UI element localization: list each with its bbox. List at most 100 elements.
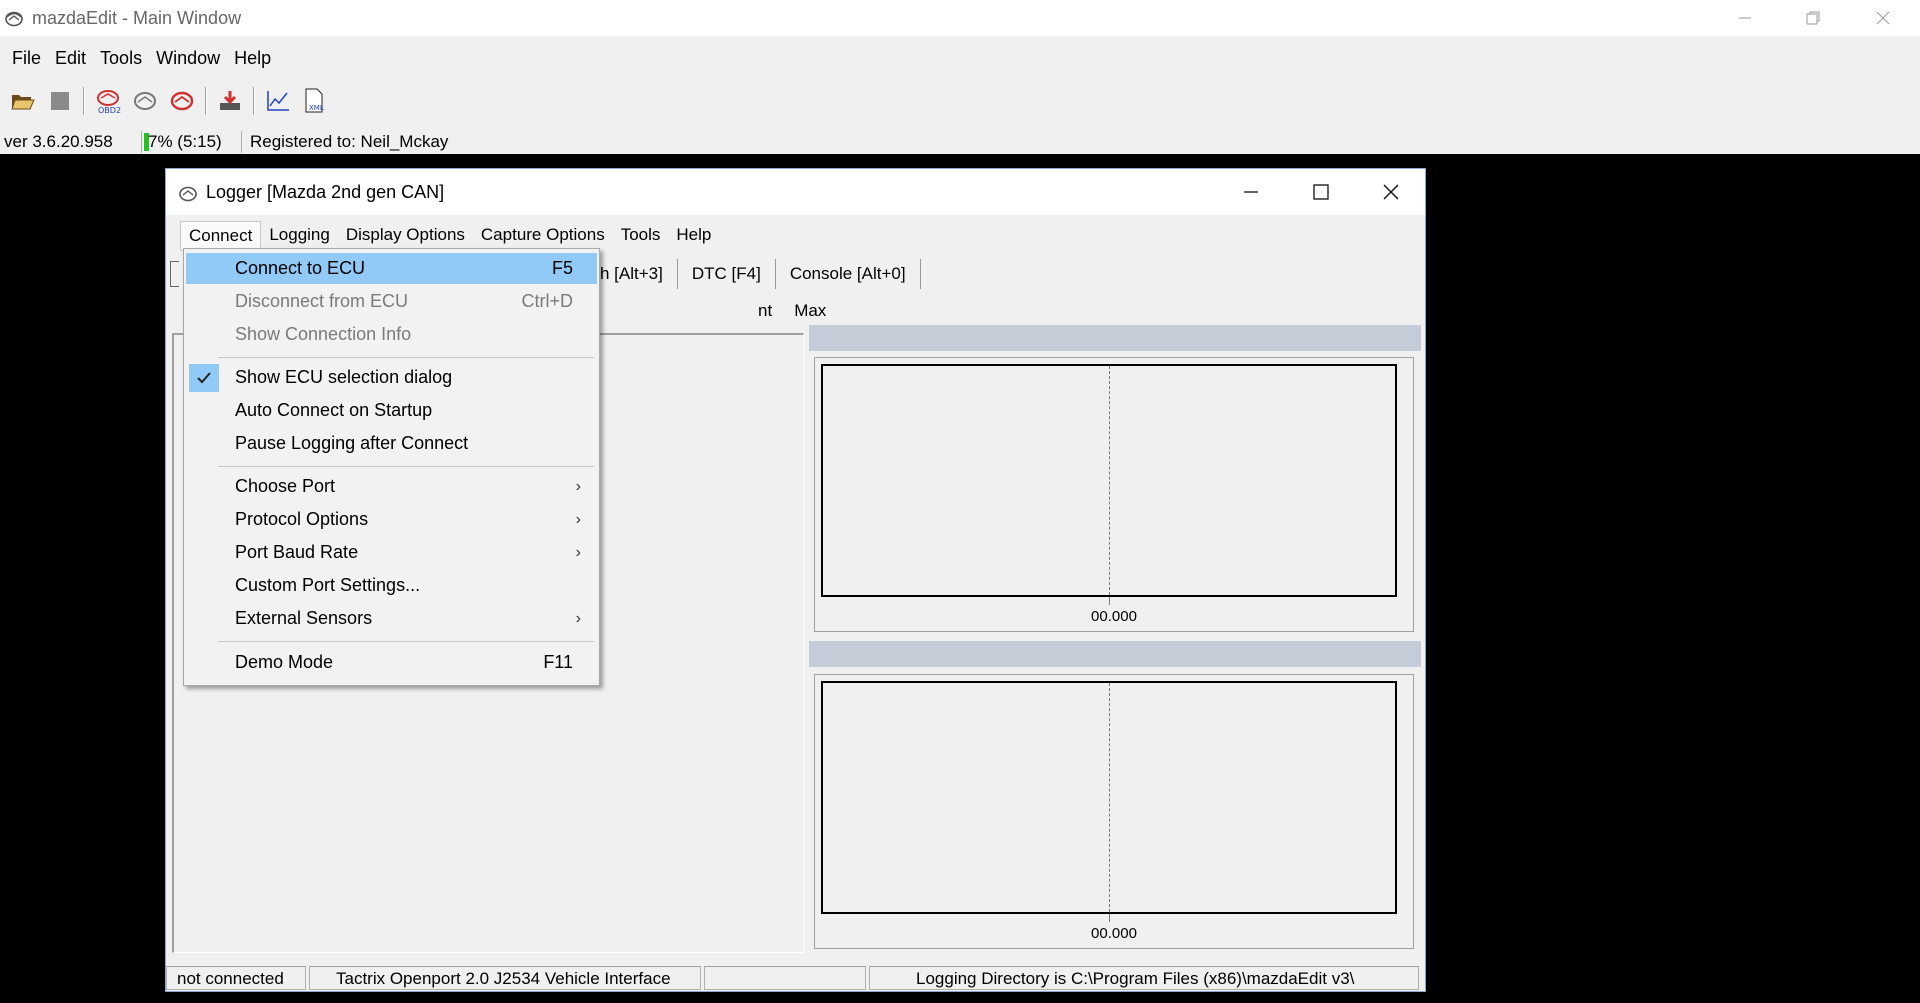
menu-separator bbox=[218, 466, 594, 467]
gauge-plot bbox=[821, 364, 1397, 597]
restore-button[interactable] bbox=[1778, 0, 1848, 36]
menu-item-auto-connect-on-startup[interactable]: Auto Connect on Startup bbox=[186, 395, 597, 426]
menu-item-shortcut: Ctrl+D bbox=[521, 291, 573, 311]
chart-button[interactable] bbox=[261, 85, 295, 117]
logger-menu-tools[interactable]: Tools bbox=[613, 221, 669, 251]
logger-tabs: h [Alt+3] DTC [F4] Console [Alt+0] bbox=[586, 257, 921, 291]
menu-tools[interactable]: Tools bbox=[93, 44, 149, 74]
tab-console[interactable]: Console [Alt+0] bbox=[776, 259, 921, 289]
gauge-value: 00.000 bbox=[1091, 608, 1137, 625]
column-headers: nt Max bbox=[586, 301, 848, 321]
ecu-button[interactable] bbox=[128, 85, 162, 117]
chevron-right-icon: › bbox=[575, 544, 581, 561]
xml-button[interactable]: XML bbox=[298, 85, 332, 117]
main-title-bar: mazdaEdit - Main Window bbox=[0, 0, 1920, 36]
mazda-logo-icon bbox=[179, 186, 197, 202]
menu-item-label: External Sensors bbox=[235, 608, 373, 628]
gauge-tick bbox=[1109, 597, 1110, 605]
main-status-bar: ver 3.6.20.958 7% (5:15) Registered to: … bbox=[0, 130, 1920, 154]
menu-item-demo-mode[interactable]: Demo Mode F11 bbox=[186, 647, 597, 678]
menu-item-protocol-options[interactable]: Protocol Options › bbox=[186, 504, 597, 535]
gauge-header bbox=[809, 641, 1421, 667]
menu-item-show-ecu-selection-dialog[interactable]: Show ECU selection dialog bbox=[186, 362, 597, 393]
ecu-red-icon bbox=[170, 91, 194, 111]
logger-menu-bar: Connect Logging Display Options Capture … bbox=[180, 221, 719, 251]
logger-menu-connect[interactable]: Connect bbox=[180, 221, 262, 251]
logger-close-button[interactable] bbox=[1356, 169, 1426, 215]
menu-window[interactable]: Window bbox=[149, 44, 227, 74]
tab-dtc[interactable]: DTC [F4] bbox=[678, 259, 776, 289]
menu-item-label: Protocol Options bbox=[235, 509, 369, 529]
obd2-icon: OBD2 bbox=[97, 90, 121, 114]
menu-item-shortcut: F5 bbox=[551, 258, 573, 278]
main-menu-bar: File Edit Tools Window Help bbox=[0, 44, 278, 74]
menu-item-label: Show Connection Info bbox=[235, 324, 412, 344]
gauge-plot bbox=[821, 681, 1397, 914]
tab-edge bbox=[170, 261, 179, 287]
stop-icon bbox=[51, 92, 69, 110]
menu-item-disconnect-from-ecu[interactable]: Disconnect from ECU Ctrl+D bbox=[186, 286, 597, 317]
logger-menu-display-options[interactable]: Display Options bbox=[338, 221, 473, 251]
interface-label: Tactrix Openport 2.0 J2534 Vehicle Inter… bbox=[309, 966, 701, 990]
chevron-right-icon: › bbox=[575, 511, 581, 528]
ecu-icon bbox=[134, 92, 156, 110]
logger-window-title: Logger [Mazda 2nd gen CAN] bbox=[206, 182, 445, 202]
chevron-right-icon: › bbox=[575, 610, 581, 627]
column-header-current[interactable]: nt bbox=[758, 301, 772, 321]
menu-item-port-baud-rate[interactable]: Port Baud Rate › bbox=[186, 537, 597, 568]
menu-edit[interactable]: Edit bbox=[48, 44, 93, 74]
menu-item-label: Show ECU selection dialog bbox=[235, 367, 453, 387]
version-label: ver 3.6.20.958 bbox=[0, 131, 142, 153]
obd2-button[interactable]: OBD2 bbox=[91, 85, 125, 117]
gauge-center-line bbox=[1109, 366, 1110, 595]
minimize-icon bbox=[1739, 17, 1751, 19]
open-button[interactable] bbox=[6, 85, 40, 117]
progress-indicator: 7% (5:15) bbox=[144, 131, 242, 153]
close-button[interactable] bbox=[1848, 0, 1918, 36]
menu-item-label: Custom Port Settings... bbox=[235, 575, 421, 595]
minimize-icon bbox=[1244, 191, 1258, 193]
logger-minimize-button[interactable] bbox=[1216, 169, 1286, 215]
main-window-title: mazdaEdit - Main Window bbox=[32, 8, 242, 28]
flash-download-button[interactable] bbox=[213, 85, 247, 117]
menu-file[interactable]: File bbox=[0, 44, 48, 74]
maximize-icon bbox=[1313, 184, 1329, 200]
logger-menu-logging[interactable]: Logging bbox=[261, 221, 338, 251]
menu-item-label: Pause Logging after Connect bbox=[235, 433, 469, 453]
toolbar-separator bbox=[205, 87, 207, 115]
svg-text:OBD2: OBD2 bbox=[98, 106, 121, 114]
mazda-logo-icon bbox=[5, 11, 23, 27]
menu-help[interactable]: Help bbox=[227, 44, 278, 74]
menu-separator bbox=[218, 357, 594, 358]
svg-text:XML: XML bbox=[309, 104, 324, 112]
xml-doc-icon: XML bbox=[305, 88, 324, 113]
menu-item-custom-port-settings[interactable]: Custom Port Settings... bbox=[186, 570, 597, 601]
close-icon bbox=[1383, 184, 1399, 200]
menu-item-choose-port[interactable]: Choose Port › bbox=[186, 471, 597, 502]
chart-icon bbox=[267, 91, 289, 111]
menu-item-shortcut: F11 bbox=[543, 652, 573, 672]
column-header-max[interactable]: Max bbox=[794, 301, 826, 321]
logger-status-bar: not connected Tactrix Openport 2.0 J2534… bbox=[166, 965, 1425, 991]
download-flash-icon bbox=[220, 91, 240, 110]
logger-menu-help[interactable]: Help bbox=[668, 221, 719, 251]
minimize-button[interactable] bbox=[1710, 0, 1780, 36]
logger-maximize-button[interactable] bbox=[1286, 169, 1356, 215]
menu-item-connect-to-ecu[interactable]: Connect to ECU F5 bbox=[186, 253, 597, 284]
gauge-value: 00.000 bbox=[1091, 925, 1137, 942]
menu-item-label: Port Baud Rate bbox=[235, 542, 359, 562]
logger-title-bar: Logger [Mazda 2nd gen CAN] bbox=[166, 169, 1425, 215]
status-empty-cell bbox=[704, 966, 866, 990]
open-folder-icon bbox=[11, 95, 35, 110]
logger-menu-capture-options[interactable]: Capture Options bbox=[473, 221, 613, 251]
menu-item-external-sensors[interactable]: External Sensors › bbox=[186, 603, 597, 634]
stop-button[interactable] bbox=[43, 85, 77, 117]
menu-item-show-connection-info[interactable]: Show Connection Info bbox=[186, 319, 597, 350]
menu-separator bbox=[218, 641, 594, 642]
menu-item-label: Choose Port bbox=[235, 476, 336, 496]
progress-text: 7% (5:15) bbox=[148, 132, 222, 151]
main-toolbar: OBD2 XML bbox=[6, 84, 335, 118]
ecu-red-button[interactable] bbox=[165, 85, 199, 117]
menu-item-pause-logging-after-connect[interactable]: Pause Logging after Connect bbox=[186, 428, 597, 459]
gauge-panel: 00.000 bbox=[814, 674, 1414, 949]
